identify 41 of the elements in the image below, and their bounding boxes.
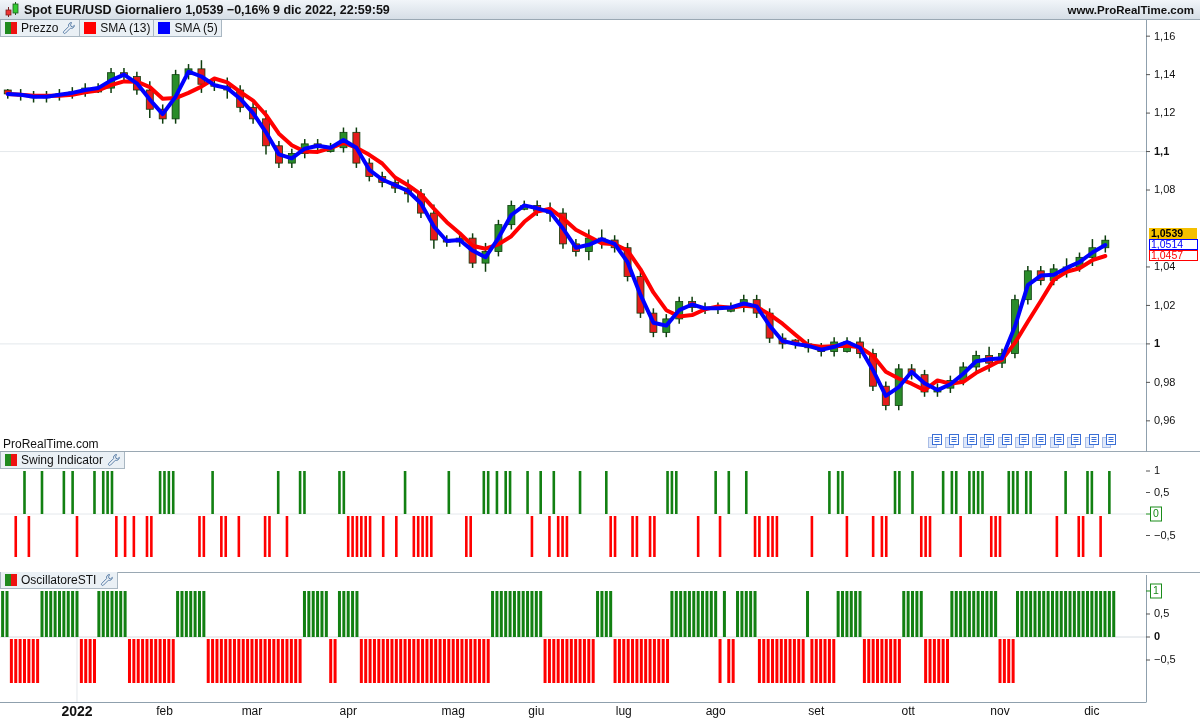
axis-label: 1,12 [1154, 106, 1176, 119]
axis-label: 1,16 [1154, 29, 1176, 42]
axis-label: mar [241, 704, 263, 719]
axis-label: ott [901, 704, 915, 719]
axis-label: 0 [1154, 630, 1161, 643]
axis-label: −0,5 [1154, 528, 1176, 541]
axis-label: nov [990, 704, 1010, 719]
axis-label: ago [705, 704, 726, 719]
axis-label: 2022 [61, 702, 93, 719]
axis-label: 1,14 [1154, 68, 1176, 81]
axis-label: 0,5 [1154, 485, 1170, 498]
price-label: 1,0457 [1149, 248, 1198, 261]
axis-label: −0,5 [1154, 653, 1176, 666]
axis-label: 1,08 [1154, 183, 1176, 196]
legend-item[interactable]: SMA (5) [154, 20, 222, 37]
axis-label: giu [528, 704, 545, 719]
axis-label: feb [156, 704, 173, 719]
axis-label: apr [339, 704, 357, 719]
axis-label: 0,96 [1154, 414, 1176, 427]
legend-item[interactable]: Swing Indicator [0, 452, 126, 469]
axis-label: 1 [1154, 464, 1161, 477]
axis-label: 1 [1154, 337, 1161, 350]
axis-label: 0,98 [1154, 375, 1176, 388]
price-label: 1,0514 [1149, 237, 1198, 250]
legend-item[interactable]: SMA (13) [80, 20, 155, 37]
price-label: 1,0539 [1149, 226, 1197, 239]
value-label: 1 [1145, 583, 1162, 599]
axis-label: 1,1 [1154, 144, 1170, 157]
axis-label: dic [1084, 704, 1100, 719]
source-label: ProRealTime.com [3, 437, 99, 451]
legend-item[interactable]: OscillatoreSTI [0, 572, 119, 589]
chart-title: Spot EUR/USD Giornaliero 1,0539 −0,16% 9 dic 2022, 22:59:59 [24, 2, 390, 17]
axis-label: mag [441, 704, 465, 719]
website-label: www.ProRealTime.com [1067, 3, 1194, 16]
axis-label: 0,5 [1154, 607, 1170, 620]
axis-label: 1,04 [1154, 260, 1176, 273]
axis-label: set [808, 704, 825, 719]
axis-label: lug [615, 704, 632, 719]
legend-item[interactable]: Prezzo [0, 20, 81, 37]
value-label: 0 [1145, 506, 1162, 522]
axis-label: 1,02 [1154, 298, 1176, 311]
